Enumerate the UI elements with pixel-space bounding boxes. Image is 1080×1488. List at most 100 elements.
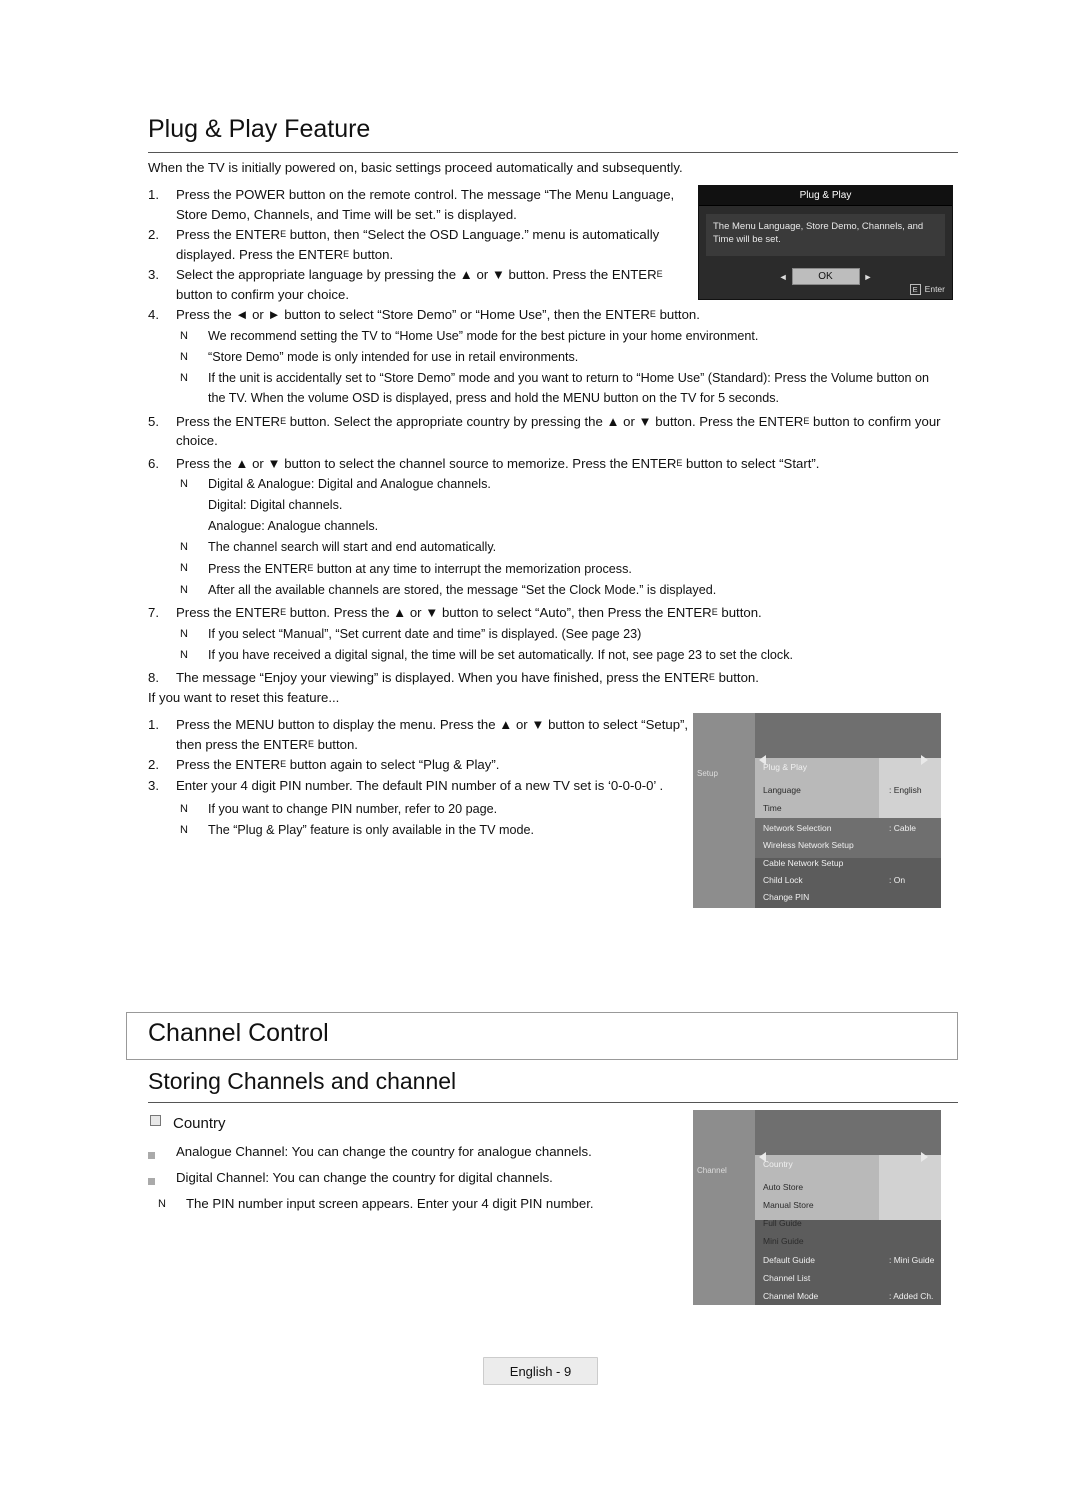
step-number: 3. (148, 777, 159, 793)
step-text-part-b: button to confirm your choice. (176, 286, 349, 302)
step-text-part-b: button. (714, 669, 759, 685)
step-text-part-b: button. Press the ▲ or ▼ button to selec… (286, 605, 712, 620)
menu-item-cable-network-setup: Cable Network Setup (763, 858, 844, 868)
osd-plug-play-screenshot: Plug & Play The Menu Language, Store Dem… (698, 185, 953, 300)
note-item: N After all the available channels are s… (148, 580, 948, 600)
step-7: 7. Press the ENTERE button. Press the ▲ … (148, 603, 948, 623)
bullet-item: Digital Channel: You can change the coun… (148, 1168, 768, 1190)
note-marker: N (180, 478, 188, 490)
note-marker: N (180, 627, 188, 640)
note-text-part-b: button at any time to interrupt the memo… (313, 562, 632, 576)
step-text: Press the ENTERE button again to select … (176, 755, 696, 775)
menu-item-child-lock: Child Lock (763, 875, 803, 885)
menu-value-language: : English (889, 785, 922, 795)
step-text-part-b: button to select “Start”. (682, 455, 820, 471)
step-text: Press the ▲ or ▼ button to select the ch… (176, 454, 946, 474)
step-text: Press the ENTERE button, then “Select th… (176, 225, 676, 264)
country-bullets: Analogue Channel: You can change the cou… (148, 1142, 768, 1215)
step-text: Select the appropriate language by press… (176, 265, 676, 304)
reset-step-1: 1. Press the MENU button to display the … (148, 715, 708, 754)
menu-item-manual-store: Manual Store (763, 1200, 814, 1210)
step-text-part-b: button. (313, 736, 358, 752)
note-text: Digital: Digital channels. (208, 498, 343, 512)
country-heading: Country (150, 1115, 226, 1132)
menu-item-country: Country (763, 1159, 793, 1169)
menu-item-auto-store: Auto Store (763, 1182, 804, 1192)
note-marker: N (180, 584, 188, 596)
menu-value-channel-mode: : Added Ch. (889, 1291, 934, 1301)
osd-ok-button: OK (791, 268, 860, 285)
note-marker: N (180, 824, 188, 836)
menu-item-mini-guide: Mini Guide (763, 1236, 804, 1246)
note-text: If you want to change PIN number, refer … (208, 802, 498, 816)
note-item: N If you want to change PIN number, refe… (148, 799, 708, 819)
step-number: 6. (148, 455, 159, 471)
arrow-right-icon: ► (863, 271, 873, 282)
step-number: 2. (148, 227, 159, 242)
step-text-part-a: The message “Enjoy your viewing” is disp… (176, 669, 709, 685)
step-text-part-c: button. (717, 605, 762, 620)
note-text: If you select “Manual”, “Set current dat… (208, 626, 642, 641)
menu-item-language: Language (763, 785, 801, 795)
note-text: “Store Demo” mode is only intended for u… (208, 349, 579, 364)
menu-item-channel-list: Channel List (763, 1273, 811, 1283)
bullet-item: Analogue Channel: You can change the cou… (148, 1142, 768, 1164)
step-text-part-a: Press the ◄ or ► button to select “Store… (176, 307, 650, 322)
note-item: N “Store Demo” mode is only intended for… (148, 347, 948, 367)
square-bullet-icon (148, 1142, 176, 1164)
menu-item-full-guide: Full Guide (763, 1218, 802, 1228)
step-text: Press the ENTERE button. Press the ▲ or … (176, 603, 946, 623)
note-text: After all the available channels are sto… (208, 583, 717, 597)
step-text-part-a: Select the appropriate language by press… (176, 267, 657, 282)
document-page: Plug & Play Feature When the TV is initi… (0, 0, 1080, 1488)
chevron-right-icon (921, 755, 928, 765)
note-item: N If you select “Manual”, “Set current d… (148, 624, 948, 644)
note-text: The “Plug & Play” feature is only availa… (208, 823, 534, 837)
note-marker: N (180, 541, 188, 553)
step-text-part-a: Press the ENTER (176, 413, 281, 429)
osd-title: Plug & Play (699, 186, 952, 206)
note-item: Analogue: Analogue channels. (148, 516, 948, 536)
bullet-text: Analogue Channel: You can change the cou… (176, 1144, 592, 1159)
reset-steps-list: 1. Press the MENU button to display the … (148, 715, 708, 841)
menu-screenshot-channel: Channel Country Auto Store Manual Store … (693, 1110, 941, 1305)
chevron-right-icon (921, 1152, 928, 1162)
menu-sidebar-label: Setup (697, 769, 718, 778)
step-text: Press the ◄ or ► button to select “Store… (176, 305, 946, 325)
menu-item-network-selection: Network Selection (763, 823, 832, 833)
note-marker: N (180, 648, 188, 661)
arrow-left-icon: ◄ (778, 271, 788, 282)
note-item: N The PIN number input screen appears. E… (148, 1194, 768, 1214)
square-bullet-icon (148, 1168, 176, 1190)
step-text: Press the MENU button to display the men… (176, 715, 696, 754)
menu-value-default-guide: : Mini Guide (889, 1255, 935, 1265)
osd-footer-hint: E Enter (909, 284, 945, 295)
osd-footer-label: Enter (924, 284, 945, 294)
note-marker: N (180, 371, 188, 384)
note-text: If the unit is accidentally set to “Stor… (208, 370, 929, 405)
note-text: The PIN number input screen appears. Ent… (186, 1196, 594, 1211)
step-number: 4. (148, 307, 159, 322)
menu-item-channel-mode: Channel Mode (763, 1291, 819, 1301)
note-item: N Press the ENTERE button at any time to… (148, 558, 948, 579)
step-5: 5. Press the ENTERE button. Select the a… (148, 412, 948, 451)
enter-symbol: E (656, 269, 663, 279)
checkbox-icon (150, 1115, 161, 1126)
enter-key-icon: E (909, 284, 921, 295)
section-title-channel-control: Channel Control (148, 1019, 329, 1047)
bullet-text: Digital Channel: You can change the coun… (176, 1170, 553, 1185)
step-text-part-b: button. (655, 307, 700, 322)
country-heading-label: Country (173, 1115, 226, 1132)
note-item: Digital: Digital channels. (148, 495, 948, 515)
menu-item-time: Time (763, 803, 782, 813)
step-number: 3. (148, 267, 159, 282)
step-text-part-c: button. (349, 246, 394, 262)
step-number: 1. (148, 717, 159, 732)
note-marker: N (158, 1198, 166, 1210)
note-item: N If the unit is accidentally set to “St… (148, 368, 948, 408)
osd-ok-row: ◄ OK ► (699, 268, 952, 285)
note-marker: N (180, 350, 188, 363)
subsection-title-storing: Storing Channels and channel (148, 1068, 958, 1103)
menu-band-top (755, 1110, 941, 1155)
step-text: Press the POWER button on the remote con… (176, 187, 675, 222)
